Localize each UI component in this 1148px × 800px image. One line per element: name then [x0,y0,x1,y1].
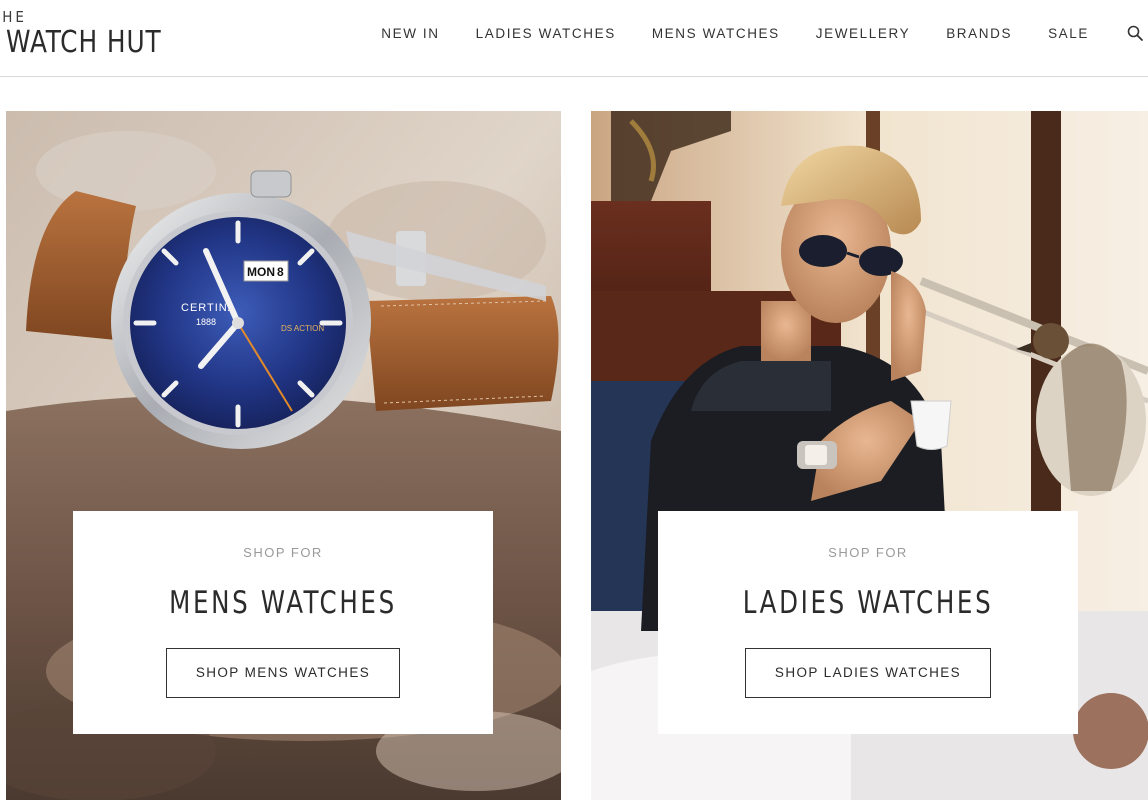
ladies-promo-card: SHOP FOR LADIES WATCHES SHOP LADIES WATC… [658,511,1078,734]
mens-eyebrow: SHOP FOR [243,545,323,560]
search-icon[interactable] [1126,24,1144,42]
logo-top-text: THE [0,8,27,26]
dial-date-text: 8 [277,265,284,279]
nav-item-jewellery[interactable]: JEWELLERY [816,24,910,44]
logo-main-text: WATCH HUT [6,25,162,60]
nav-item-sale[interactable]: SALE [1048,24,1089,44]
mens-promo-card: SHOP FOR MENS WATCHES SHOP MENS WATCHES [73,511,493,734]
nav-item-mens-watches[interactable]: MENS WATCHES [652,24,780,44]
mens-watches-panel[interactable]: MON 8 CERTINA 1888 DS ACTION SHOP FOR ME… [6,111,561,800]
shop-ladies-watches-button[interactable]: SHOP LADIES WATCHES [745,648,991,698]
ladies-watches-panel[interactable]: SHOP FOR LADIES WATCHES SHOP LADIES WATC… [591,111,1148,800]
nav-item-new-in[interactable]: NEW IN [381,24,439,44]
nav-item-brands[interactable]: BRANDS [946,24,1012,44]
nav-item-ladies-watches[interactable]: LADIES WATCHES [476,24,616,44]
mens-title: MENS WATCHES [169,585,397,621]
site-logo[interactable]: THE WATCH HUT [0,8,162,60]
dial-day-text: MON [247,265,275,279]
ladies-title: LADIES WATCHES [742,585,994,621]
shop-mens-watches-button[interactable]: SHOP MENS WATCHES [166,648,400,698]
main-nav: NEW IN LADIES WATCHES MENS WATCHES JEWEL… [345,24,1089,44]
dial-model-text: DS ACTION [281,324,324,333]
ladies-eyebrow: SHOP FOR [828,545,908,560]
dial-year-text: 1888 [196,317,216,327]
site-header: THE WATCH HUT NEW IN LADIES WATCHES MENS… [0,0,1148,77]
